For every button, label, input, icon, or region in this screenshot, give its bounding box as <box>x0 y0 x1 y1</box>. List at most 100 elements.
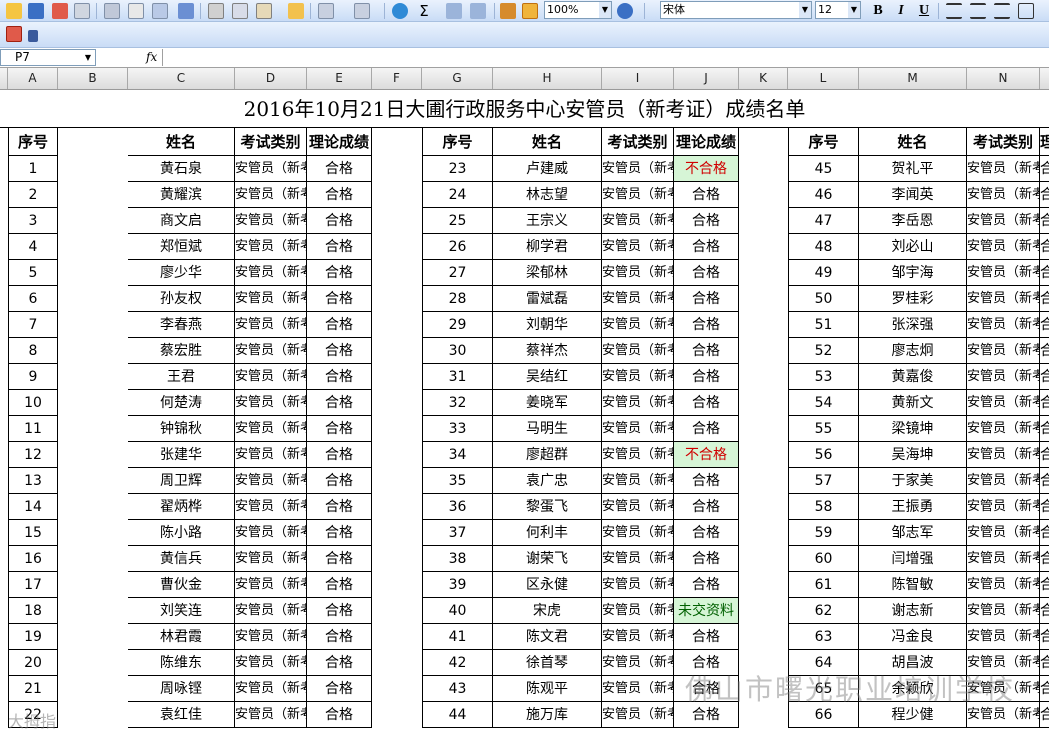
row-number[interactable]: 3 <box>8 208 58 234</box>
exam-category[interactable]: 安管员（新考证） <box>602 260 674 286</box>
row-number[interactable]: 63 <box>788 624 859 650</box>
student-name[interactable]: 梁镜坤 <box>859 416 967 442</box>
exam-category[interactable]: 安管员（新考证） <box>235 416 307 442</box>
exam-category[interactable]: 安管员（新考证） <box>602 624 674 650</box>
exam-category[interactable]: 安管员（新考证） <box>235 520 307 546</box>
row-number[interactable]: 21 <box>8 676 58 702</box>
theory-score[interactable]: 合格 <box>307 572 372 598</box>
student-name[interactable]: 袁广忠 <box>493 468 602 494</box>
student-name[interactable]: 袁红佳 <box>128 702 235 728</box>
student-name[interactable]: 罗桂彩 <box>859 286 967 312</box>
row-number[interactable]: 7 <box>8 312 58 338</box>
exam-category[interactable]: 安管员（新考证） <box>967 624 1040 650</box>
row-number[interactable]: 38 <box>422 546 493 572</box>
exam-category[interactable]: 安管员（新考证） <box>235 286 307 312</box>
exam-category[interactable]: 安管员（新考证） <box>967 390 1040 416</box>
student-name[interactable]: 吴结红 <box>493 364 602 390</box>
row-number[interactable]: 6 <box>8 286 58 312</box>
row-number[interactable]: 1 <box>8 156 58 182</box>
exam-category[interactable]: 安管员（新考证） <box>602 598 674 624</box>
column-header-n[interactable]: N <box>967 68 1040 89</box>
exam-category[interactable]: 安管员（新考证） <box>602 650 674 676</box>
theory-score[interactable]: 合格 <box>674 208 739 234</box>
theory-score[interactable]: 合格 <box>1040 286 1049 312</box>
theory-score[interactable]: 合格 <box>1040 208 1049 234</box>
exam-category[interactable]: 安管员（新考证） <box>235 208 307 234</box>
row-number[interactable]: 29 <box>422 312 493 338</box>
chevron-down-icon[interactable]: ▼ <box>599 2 611 18</box>
exam-category[interactable]: 安管员（新考证） <box>602 468 674 494</box>
row-number[interactable]: 57 <box>788 468 859 494</box>
header-name[interactable]: 姓名 <box>493 128 602 156</box>
row-number[interactable]: 40 <box>422 598 493 624</box>
format-painter-icon[interactable] <box>288 3 304 19</box>
header-category[interactable]: 考试类别 <box>967 128 1040 156</box>
student-name[interactable]: 梁郁林 <box>493 260 602 286</box>
theory-score[interactable]: 合格 <box>1040 416 1049 442</box>
row-number[interactable]: 20 <box>8 650 58 676</box>
exam-category[interactable]: 安管员（新考证） <box>235 650 307 676</box>
row-number[interactable]: 2 <box>8 182 58 208</box>
header-name[interactable]: 姓名 <box>859 128 967 156</box>
exam-category[interactable]: 安管员（新考证） <box>602 234 674 260</box>
row-number[interactable]: 50 <box>788 286 859 312</box>
student-name[interactable]: 邹志军 <box>859 520 967 546</box>
student-name[interactable]: 刘朝华 <box>493 312 602 338</box>
student-name[interactable]: 周咏铿 <box>128 676 235 702</box>
exam-category[interactable]: 安管员（新考证） <box>967 286 1040 312</box>
theory-score[interactable]: 合格 <box>307 182 372 208</box>
exam-category[interactable]: 安管员（新考证） <box>235 234 307 260</box>
exam-category[interactable]: 安管员（新考证） <box>235 572 307 598</box>
row-number[interactable]: 45 <box>788 156 859 182</box>
student-name[interactable]: 商文启 <box>128 208 235 234</box>
row-number[interactable]: 39 <box>422 572 493 598</box>
theory-score[interactable]: 合格 <box>1040 520 1049 546</box>
exam-category[interactable]: 安管员（新考证） <box>602 416 674 442</box>
copy-icon[interactable] <box>232 3 248 19</box>
row-number[interactable]: 53 <box>788 364 859 390</box>
header-no[interactable]: 序号 <box>788 128 859 156</box>
theory-score[interactable]: 合格 <box>1040 260 1049 286</box>
exam-category[interactable]: 安管员（新考证） <box>235 156 307 182</box>
exam-category[interactable]: 安管员（新考证） <box>602 676 674 702</box>
header-no[interactable]: 序号 <box>8 128 58 156</box>
row-number[interactable]: 48 <box>788 234 859 260</box>
row-number[interactable]: 43 <box>422 676 493 702</box>
font-name-select[interactable]: 宋体 ▼ <box>660 1 812 19</box>
row-number[interactable]: 10 <box>8 390 58 416</box>
function-icon[interactable]: fx <box>146 50 157 64</box>
theory-score[interactable]: 合格 <box>307 312 372 338</box>
research-icon[interactable] <box>152 3 168 19</box>
student-name[interactable]: 陈智敏 <box>859 572 967 598</box>
row-number[interactable]: 23 <box>422 156 493 182</box>
student-name[interactable]: 黄嘉俊 <box>859 364 967 390</box>
cut-icon[interactable] <box>208 3 224 19</box>
exam-category[interactable]: 安管员（新考证） <box>235 182 307 208</box>
student-name[interactable]: 周卫辉 <box>128 468 235 494</box>
row-number[interactable]: 62 <box>788 598 859 624</box>
theory-score[interactable]: 合格 <box>1040 546 1049 572</box>
theory-score[interactable]: 合格 <box>674 260 739 286</box>
permission-icon[interactable] <box>52 3 68 19</box>
row-number[interactable]: 18 <box>8 598 58 624</box>
row-number[interactable]: 33 <box>422 416 493 442</box>
student-name[interactable]: 蔡祥杰 <box>493 338 602 364</box>
student-name[interactable]: 卢建威 <box>493 156 602 182</box>
student-name[interactable]: 刘笑连 <box>128 598 235 624</box>
open-folder-icon[interactable] <box>6 3 22 19</box>
exam-category[interactable]: 安管员（新考证） <box>235 702 307 728</box>
student-name[interactable]: 邹宇海 <box>859 260 967 286</box>
theory-score[interactable]: 合格 <box>307 156 372 182</box>
row-number[interactable]: 9 <box>8 364 58 390</box>
student-name[interactable]: 黎蛋飞 <box>493 494 602 520</box>
student-name[interactable]: 陈文君 <box>493 624 602 650</box>
exam-category[interactable]: 安管员（新考证） <box>967 234 1040 260</box>
theory-score[interactable]: 合格 <box>307 468 372 494</box>
row-number[interactable]: 28 <box>422 286 493 312</box>
theory-score[interactable]: 合格 <box>674 234 739 260</box>
theory-score[interactable]: 合格 <box>307 364 372 390</box>
print-icon[interactable] <box>74 3 90 19</box>
autosum-icon[interactable]: Σ <box>416 3 432 19</box>
zoom-select[interactable]: 100% ▼ <box>544 1 612 19</box>
exam-category[interactable]: 安管员（新考证） <box>235 312 307 338</box>
